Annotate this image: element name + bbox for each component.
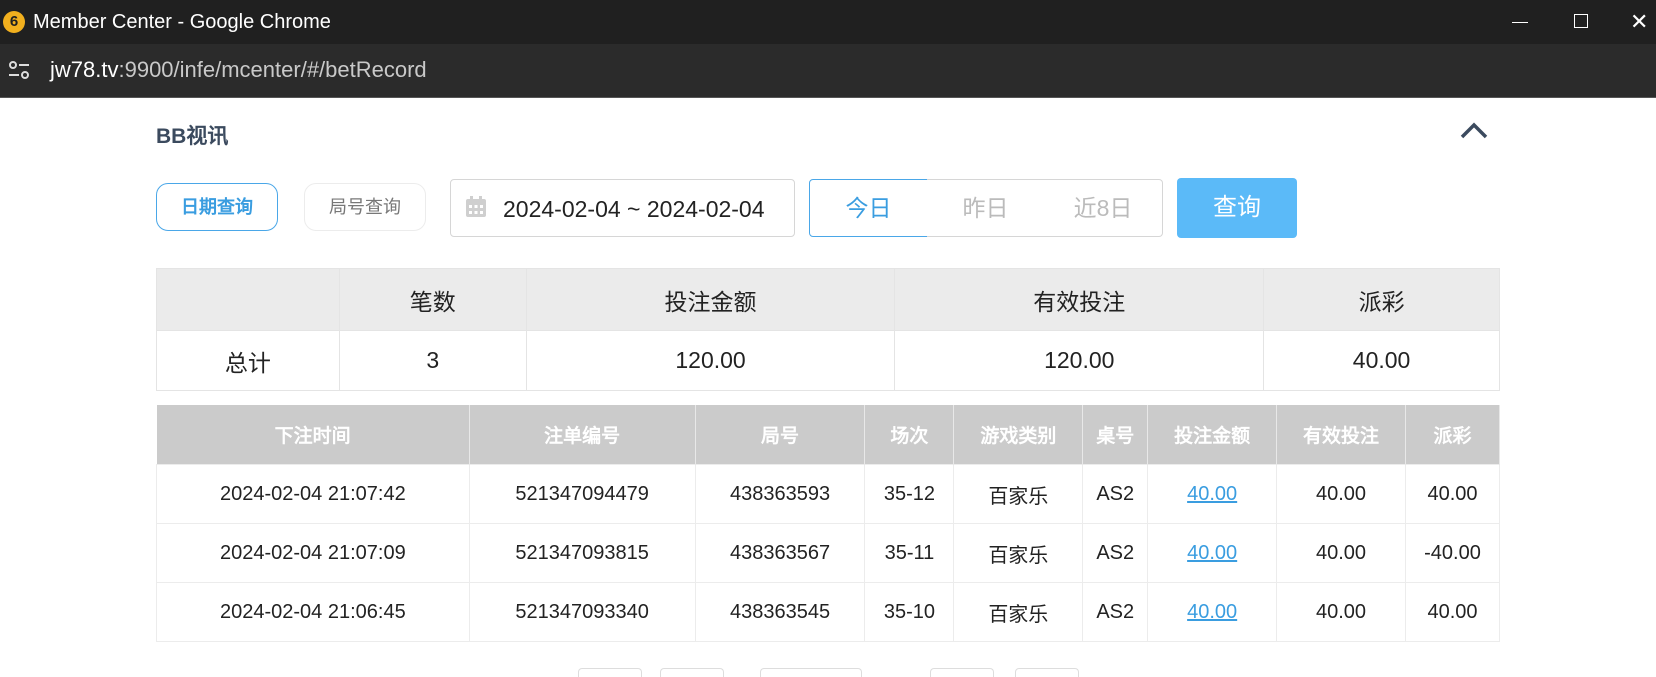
summary-total-row: 总计 3 120.00 120.00 40.00 (156, 330, 1500, 391)
round-query-tab[interactable]: 局号查询 (304, 183, 426, 231)
table-id-cell: AS2 (1082, 523, 1149, 583)
url-text[interactable]: jw78.tv:9900/infe/mcenter/#/betRecord (50, 56, 427, 84)
summary-cell: 总计 (156, 330, 340, 391)
round-id-cell: 438363545 (694, 582, 866, 642)
summary-header-cell: 派彩 (1263, 268, 1500, 331)
session-cell: 35-10 (864, 582, 955, 642)
valid-bet-cell: 40.00 (1276, 523, 1406, 583)
app-logo-icon: 6 (3, 11, 25, 33)
address-bar[interactable]: jw78.tv:9900/infe/mcenter/#/betRecord (0, 44, 1656, 97)
bet-time-cell: 2024-02-04 21:07:09 (156, 523, 470, 583)
calendar-icon (466, 196, 486, 217)
bet-amount-cell[interactable]: 40.00 (1147, 464, 1278, 524)
date-range-picker[interactable]: 2024-02-04 ~ 2024-02-04 (450, 179, 795, 237)
bet-amount-cell[interactable]: 40.00 (1147, 582, 1278, 642)
chevron-up-icon[interactable] (1460, 120, 1488, 140)
column-header: 游戏类别 (953, 405, 1084, 465)
yesterday-button[interactable]: 昨日 (927, 179, 1045, 237)
game-type-cell: 百家乐 (953, 464, 1084, 524)
column-header: 注单编号 (469, 405, 696, 465)
payout-cell: 40.00 (1404, 582, 1501, 642)
minimize-icon[interactable] (1508, 10, 1532, 34)
table-id-cell: AS2 (1082, 464, 1149, 524)
summary-cell: 40.00 (1263, 330, 1500, 391)
column-header: 投注金额 (1147, 405, 1278, 465)
close-icon[interactable]: ✕ (1630, 10, 1654, 34)
table-id-cell: AS2 (1082, 582, 1149, 642)
table-row: 2024-02-04 21:06:45 521347093340 4383635… (156, 582, 1501, 642)
pagination-button[interactable] (1015, 668, 1079, 677)
valid-bet-cell: 40.00 (1276, 582, 1406, 642)
browser-title-bar: 6 Member Center - Google Chrome ✕ (0, 0, 1656, 44)
bet-id-cell: 521347093815 (468, 523, 696, 583)
round-id-cell: 438363593 (694, 464, 866, 524)
bet-amount-cell[interactable]: 40.00 (1147, 523, 1278, 583)
summary-header-cell: 投注金额 (525, 268, 896, 331)
payout-cell: 40.00 (1404, 464, 1501, 524)
summary-header-cell (156, 268, 340, 331)
game-type-cell: 百家乐 (953, 523, 1084, 583)
session-cell: 35-11 (864, 523, 955, 583)
column-header: 有效投注 (1276, 405, 1406, 465)
column-header: 派彩 (1405, 405, 1501, 465)
maximize-icon[interactable] (1570, 10, 1594, 34)
payout-cell: -40.00 (1404, 523, 1501, 583)
pagination-button[interactable] (760, 668, 862, 677)
bet-amount-link[interactable]: 40.00 (1187, 483, 1237, 505)
bet-id-cell: 521347093340 (468, 582, 696, 642)
game-type-cell: 百家乐 (953, 582, 1084, 642)
column-header: 桌号 (1082, 405, 1149, 465)
window-title: Member Center - Google Chrome (33, 11, 331, 33)
summary-cell: 3 (338, 330, 527, 391)
column-header: 场次 (864, 405, 955, 465)
summary-table: 笔数 投注金额 有效投注 派彩 总计 3 120.00 120.00 40.00 (156, 268, 1500, 391)
last-8-days-button[interactable]: 近8日 (1044, 179, 1163, 237)
pagination-button[interactable] (578, 668, 642, 677)
column-header: 局号 (695, 405, 866, 465)
bet-time-cell: 2024-02-04 21:07:42 (156, 464, 470, 524)
bet-amount-link[interactable]: 40.00 (1187, 542, 1237, 564)
round-id-cell: 438363567 (694, 523, 866, 583)
summary-cell: 120.00 (894, 330, 1265, 391)
summary-header-cell: 有效投注 (894, 268, 1265, 331)
summary-header-row: 笔数 投注金额 有效投注 派彩 (156, 268, 1500, 331)
bet-amount-link[interactable]: 40.00 (1187, 601, 1237, 623)
table-header-row: 下注时间 注单编号 局号 场次 游戏类别 桌号 投注金额 有效投注 派彩 (156, 405, 1501, 465)
pagination-button[interactable] (930, 668, 994, 677)
today-button[interactable]: 今日 (809, 179, 928, 237)
session-cell: 35-12 (864, 464, 955, 524)
query-button[interactable]: 查询 (1177, 178, 1297, 238)
summary-header-cell: 笔数 (338, 268, 527, 331)
summary-cell: 120.00 (525, 330, 896, 391)
bet-id-cell: 521347094479 (468, 464, 696, 524)
date-range-value: 2024-02-04 ~ 2024-02-04 (503, 196, 765, 222)
divider (0, 97, 1656, 98)
table-row: 2024-02-04 21:07:09 521347093815 4383635… (156, 523, 1501, 583)
section-title: BB视讯 (156, 125, 229, 148)
bet-time-cell: 2024-02-04 21:06:45 (156, 582, 470, 642)
pagination-button[interactable] (660, 668, 724, 677)
site-settings-icon[interactable] (7, 59, 31, 81)
table-row: 2024-02-04 21:07:42 521347094479 4383635… (156, 464, 1501, 524)
valid-bet-cell: 40.00 (1276, 464, 1406, 524)
column-header: 下注时间 (156, 405, 470, 465)
date-query-tab[interactable]: 日期查询 (156, 183, 278, 231)
bet-records-table: 下注时间 注单编号 局号 场次 游戏类别 桌号 投注金额 有效投注 派彩 202… (156, 405, 1501, 642)
